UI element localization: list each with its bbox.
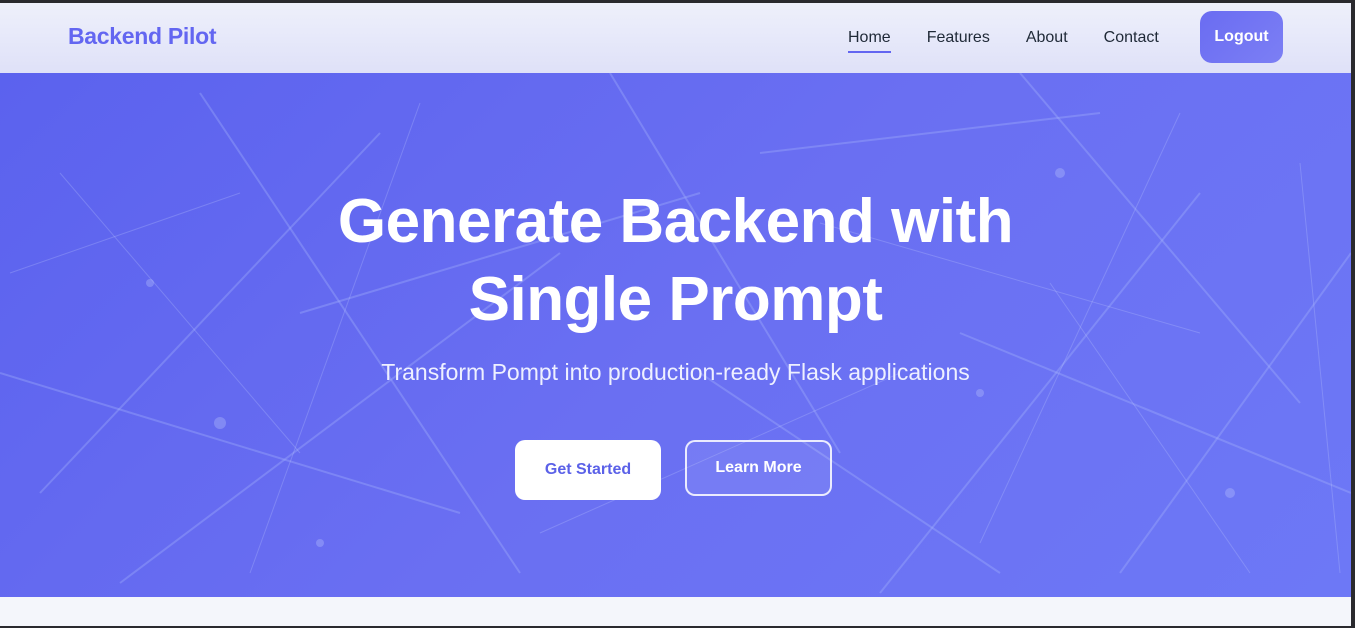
hero-title-line-1: Generate Backend with [337, 187, 1014, 256]
hero-title-line-2: Single Prompt [468, 265, 883, 334]
next-section-edge [0, 597, 1351, 626]
learn-more-button[interactable]: Learn More [685, 440, 832, 496]
nav-link-contact[interactable]: Contact [1104, 29, 1159, 51]
hero-subtitle: Transform Pompt into production-ready Fl… [381, 359, 970, 385]
nav-link-features[interactable]: Features [927, 29, 990, 51]
get-started-button[interactable]: Get Started [515, 440, 661, 500]
top-navbar: Backend Pilot Home Features About Contac… [0, 3, 1351, 73]
logout-button[interactable]: Logout [1200, 11, 1283, 63]
nav-link-home[interactable]: Home [848, 29, 891, 53]
nav-links: Home Features About Contact [848, 29, 1159, 53]
hero-title: Generate Backend with Single Prompt [0, 183, 1351, 339]
nav-link-about[interactable]: About [1026, 29, 1068, 51]
browser-viewport: Backend Pilot Home Features About Contac… [0, 3, 1351, 626]
hero-section: Generate Backend with Single Prompt Tran… [0, 73, 1351, 597]
brand-logo[interactable]: Backend Pilot [68, 23, 217, 50]
